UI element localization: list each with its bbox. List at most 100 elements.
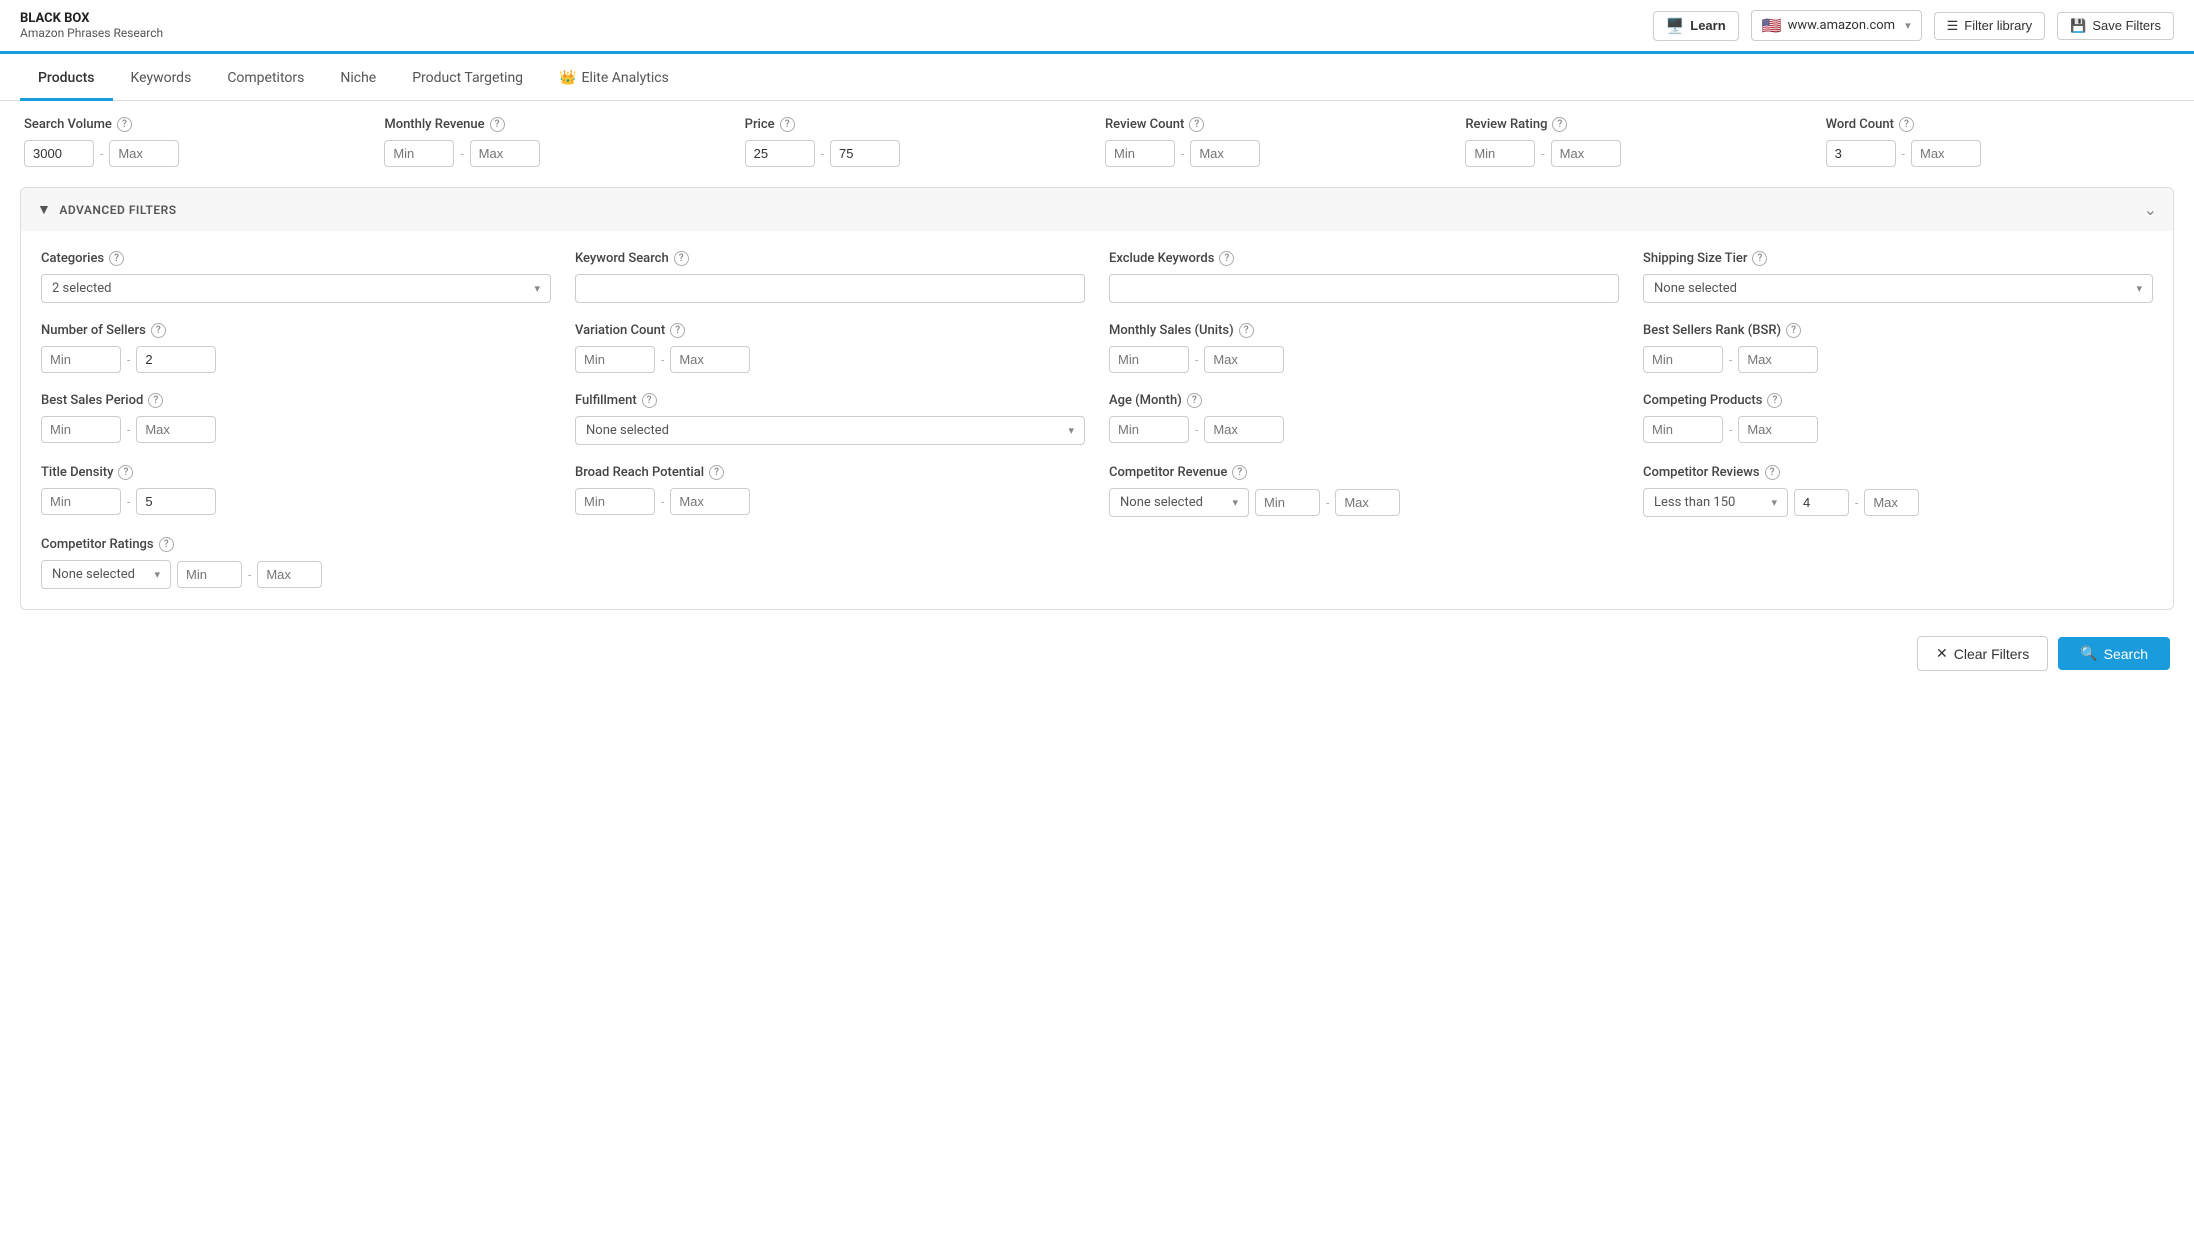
age-month-max[interactable] bbox=[1204, 416, 1284, 443]
crown-icon: 👑 bbox=[559, 70, 576, 86]
monthly-sales-max[interactable] bbox=[1204, 346, 1284, 373]
filter-search-volume: Search Volume ? - bbox=[24, 117, 368, 167]
competitor-ratings-max[interactable] bbox=[257, 561, 322, 588]
bsr-min[interactable] bbox=[1643, 346, 1723, 373]
fulfillment-dropdown[interactable]: None selected ▾ bbox=[575, 416, 1085, 445]
filter-library-button[interactable]: ☰ Filter library bbox=[1934, 12, 2046, 40]
monthly-revenue-min[interactable] bbox=[384, 140, 454, 167]
tab-niche[interactable]: Niche bbox=[322, 58, 394, 101]
competitor-ratings-help-icon[interactable]: ? bbox=[159, 537, 174, 552]
num-sellers-max[interactable] bbox=[136, 346, 216, 373]
search-button-label: Search bbox=[2104, 646, 2148, 662]
clear-filters-button[interactable]: ✕ Clear Filters bbox=[1917, 636, 2048, 671]
title-density-help-icon[interactable]: ? bbox=[118, 465, 133, 480]
basic-filters: Search Volume ? - Monthly Revenue ? - Pr… bbox=[0, 101, 2194, 177]
competitor-revenue-max[interactable] bbox=[1335, 489, 1400, 516]
bsr-help-icon[interactable]: ? bbox=[1786, 323, 1801, 338]
footer-actions: ✕ Clear Filters 🔍 Search bbox=[0, 620, 2194, 687]
monthly-sales-min[interactable] bbox=[1109, 346, 1189, 373]
adv-competitor-ratings: Competitor Ratings ? None selected ▾ - bbox=[41, 537, 551, 589]
advanced-filters-header[interactable]: ▼ ADVANCED FILTERS ⌄ bbox=[21, 188, 2173, 231]
competitor-reviews-help-icon[interactable]: ? bbox=[1765, 465, 1780, 480]
review-count-min[interactable] bbox=[1105, 140, 1175, 167]
competitor-ratings-dropdown[interactable]: None selected ▾ bbox=[41, 560, 171, 589]
search-icon: 🔍 bbox=[2080, 645, 2097, 662]
search-volume-min[interactable] bbox=[24, 140, 94, 167]
tabs-bar: Products Keywords Competitors Niche Prod… bbox=[0, 58, 2194, 101]
adv-exclude-keywords: Exclude Keywords ? bbox=[1109, 251, 1619, 303]
title-density-max[interactable] bbox=[136, 488, 216, 515]
learn-button[interactable]: 🖥️ Learn bbox=[1653, 11, 1739, 41]
word-count-help-icon[interactable]: ? bbox=[1899, 117, 1914, 132]
age-month-help-icon[interactable]: ? bbox=[1187, 393, 1202, 408]
best-sales-period-help-icon[interactable]: ? bbox=[148, 393, 163, 408]
adv-fulfillment: Fulfillment ? None selected ▾ bbox=[575, 393, 1085, 445]
adv-best-sales-period: Best Sales Period ? - bbox=[41, 393, 551, 445]
review-count-help-icon[interactable]: ? bbox=[1189, 117, 1204, 132]
best-sales-period-min[interactable] bbox=[41, 416, 121, 443]
categories-help-icon[interactable]: ? bbox=[109, 251, 124, 266]
tab-products[interactable]: Products bbox=[20, 58, 113, 101]
review-rating-max[interactable] bbox=[1551, 140, 1621, 167]
tab-keywords[interactable]: Keywords bbox=[113, 58, 210, 101]
competitor-ratings-min[interactable] bbox=[177, 561, 242, 588]
competing-products-min[interactable] bbox=[1643, 416, 1723, 443]
competitor-revenue-dropdown[interactable]: None selected ▾ bbox=[1109, 488, 1249, 517]
broad-reach-min[interactable] bbox=[575, 488, 655, 515]
exclude-keywords-help-icon[interactable]: ? bbox=[1219, 251, 1234, 266]
word-count-max[interactable] bbox=[1911, 140, 1981, 167]
word-count-min[interactable] bbox=[1826, 140, 1896, 167]
search-volume-max[interactable] bbox=[109, 140, 179, 167]
review-rating-min[interactable] bbox=[1465, 140, 1535, 167]
keyword-search-help-icon[interactable]: ? bbox=[674, 251, 689, 266]
filter-word-count: Word Count ? - bbox=[1826, 117, 2170, 167]
shipping-size-help-icon[interactable]: ? bbox=[1752, 251, 1767, 266]
tab-competitors[interactable]: Competitors bbox=[209, 58, 322, 101]
competitor-revenue-min[interactable] bbox=[1255, 489, 1320, 516]
price-min[interactable] bbox=[745, 140, 815, 167]
variation-count-max[interactable] bbox=[670, 346, 750, 373]
competitor-revenue-help-icon[interactable]: ? bbox=[1232, 465, 1247, 480]
save-filters-button[interactable]: 💾 Save Filters bbox=[2057, 12, 2174, 40]
monthly-revenue-help-icon[interactable]: ? bbox=[490, 117, 505, 132]
search-volume-help-icon[interactable]: ? bbox=[117, 117, 132, 132]
funnel-icon: ▼ bbox=[37, 201, 51, 218]
price-help-icon[interactable]: ? bbox=[780, 117, 795, 132]
bsr-max[interactable] bbox=[1738, 346, 1818, 373]
domain-selector[interactable]: 🇺🇸 www.amazon.com ▾ bbox=[1751, 10, 1922, 41]
fulfillment-help-icon[interactable]: ? bbox=[642, 393, 657, 408]
competing-products-help-icon[interactable]: ? bbox=[1767, 393, 1782, 408]
competitor-reviews-max[interactable] bbox=[1864, 489, 1919, 516]
age-month-min[interactable] bbox=[1109, 416, 1189, 443]
num-sellers-min[interactable] bbox=[41, 346, 121, 373]
close-icon: ✕ bbox=[1936, 645, 1948, 662]
title-density-min[interactable] bbox=[41, 488, 121, 515]
adv-variation-count: Variation Count ? - bbox=[575, 323, 1085, 373]
tab-elite-analytics[interactable]: 👑 Elite Analytics bbox=[541, 58, 687, 101]
variation-count-min[interactable] bbox=[575, 346, 655, 373]
review-rating-help-icon[interactable]: ? bbox=[1552, 117, 1567, 132]
broad-reach-help-icon[interactable]: ? bbox=[709, 465, 724, 480]
competitor-ratings-chevron-icon: ▾ bbox=[154, 568, 160, 581]
best-sales-period-max[interactable] bbox=[136, 416, 216, 443]
advanced-filters-panel: ▼ ADVANCED FILTERS ⌄ Categories ? 2 sele… bbox=[20, 187, 2174, 610]
shipping-size-dropdown[interactable]: None selected ▾ bbox=[1643, 274, 2153, 303]
competitor-reviews-min[interactable] bbox=[1794, 489, 1849, 516]
monthly-revenue-max[interactable] bbox=[470, 140, 540, 167]
search-button[interactable]: 🔍 Search bbox=[2058, 637, 2170, 670]
price-max[interactable] bbox=[830, 140, 900, 167]
exclude-keywords-input[interactable] bbox=[1109, 274, 1619, 303]
broad-reach-max[interactable] bbox=[670, 488, 750, 515]
review-count-max[interactable] bbox=[1190, 140, 1260, 167]
monitor-icon: 🖥️ bbox=[1666, 17, 1685, 35]
keyword-search-input[interactable] bbox=[575, 274, 1085, 303]
tab-product-targeting[interactable]: Product Targeting bbox=[394, 58, 541, 101]
competitor-ratings-dropdown-value: None selected bbox=[52, 567, 135, 582]
num-sellers-help-icon[interactable]: ? bbox=[151, 323, 166, 338]
categories-dropdown[interactable]: 2 selected ▾ bbox=[41, 274, 551, 303]
competing-products-max[interactable] bbox=[1738, 416, 1818, 443]
competitor-reviews-dropdown[interactable]: Less than 150 ▾ bbox=[1643, 488, 1788, 517]
variation-count-help-icon[interactable]: ? bbox=[670, 323, 685, 338]
adv-categories: Categories ? 2 selected ▾ bbox=[41, 251, 551, 303]
monthly-sales-help-icon[interactable]: ? bbox=[1239, 323, 1254, 338]
